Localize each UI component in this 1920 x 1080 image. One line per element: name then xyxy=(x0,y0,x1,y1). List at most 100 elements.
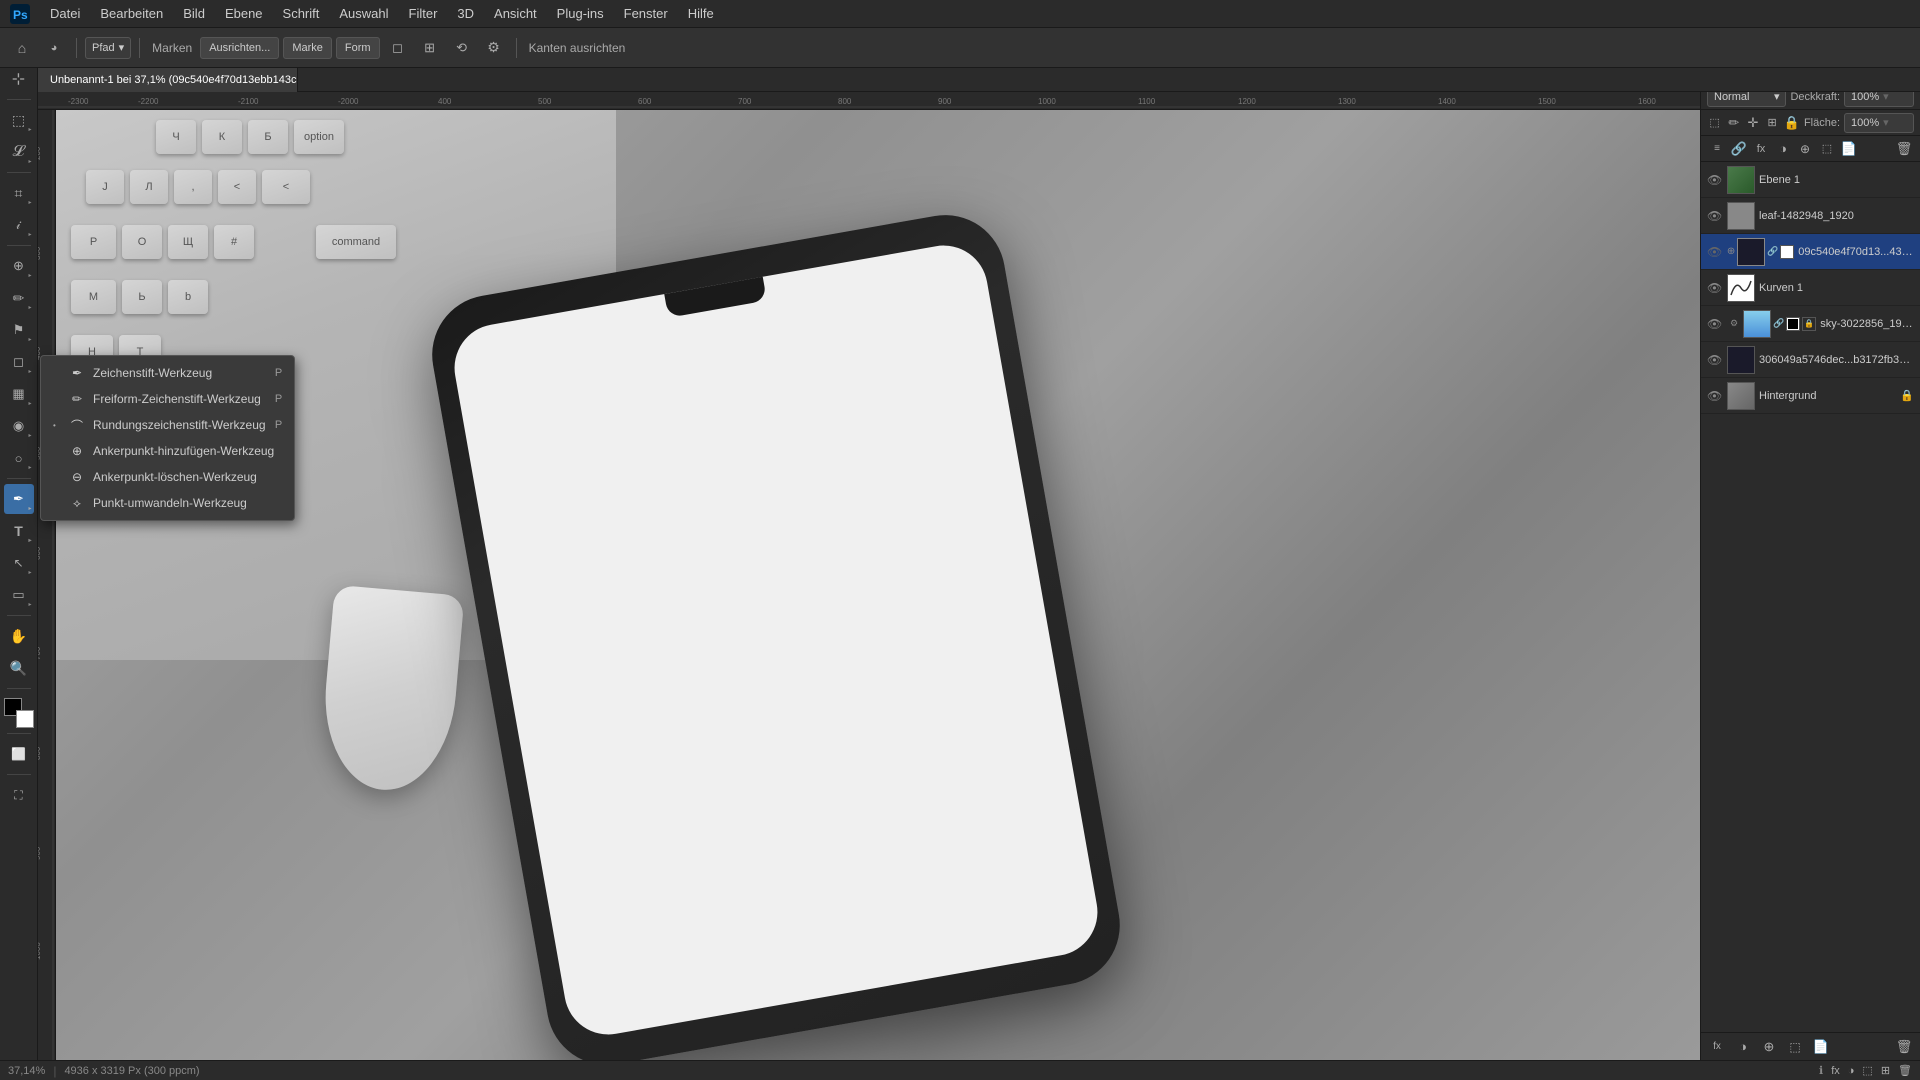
lock-all-icon[interactable]: 🔒 xyxy=(1784,113,1800,133)
layer-thumb-leaf xyxy=(1727,202,1755,230)
align-icon[interactable]: ⊞ xyxy=(416,34,444,62)
key-cyrillic4: Б xyxy=(248,120,288,154)
settings-icon[interactable]: ⚙ xyxy=(480,34,508,62)
layer-kurven1[interactable]: 👁 Kurven 1 xyxy=(1701,270,1920,306)
layer-visibility-hintergrund[interactable]: 👁 xyxy=(1707,389,1723,403)
layer-hintergrund[interactable]: 👁 Hintergrund 🔒 xyxy=(1701,378,1920,414)
menu-fenster[interactable]: Fenster xyxy=(614,0,678,28)
svg-text:1600: 1600 xyxy=(1638,97,1656,106)
layer-group-btn[interactable]: ⬚ xyxy=(1785,1037,1805,1057)
lock-artboard-icon[interactable]: ⊞ xyxy=(1765,113,1780,133)
lock-transparency-icon[interactable]: ⬚ xyxy=(1707,113,1722,133)
menu-filter[interactable]: Filter xyxy=(399,0,448,28)
layer-09c540[interactable]: 👁 ⊕ 🔗 09c540e4f70d13...43ce46bd18f3f2 xyxy=(1701,234,1920,270)
ctx-delete-anchor[interactable]: ⊖ Ankerpunkt-löschen-Werkzeug xyxy=(41,464,294,490)
layer-trash-btn[interactable]: 🗑 xyxy=(1894,1037,1914,1057)
add-mask-btn[interactable]: ◑ xyxy=(1773,139,1793,159)
quick-mask-tool[interactable]: ⬜ xyxy=(4,739,34,769)
status-mask-btn[interactable]: ◑ xyxy=(1848,1065,1855,1077)
ctx-freeform-pen[interactable]: ✏ Freiform-Zeichenstift-Werkzeug P xyxy=(41,386,294,412)
layers-toolbar: ≡ 🔗 fx ◑ ⊕ ⬚ 📄 🗑 xyxy=(1701,136,1920,162)
eyedropper-tool[interactable]: 𝒾▸ xyxy=(4,210,34,240)
layer-add-mask-btn[interactable]: ◑ xyxy=(1733,1037,1753,1057)
active-tab[interactable]: Unbenannt-1 bei 37,1% (09c540e4f70d13ebb… xyxy=(38,68,298,92)
form-btn[interactable]: Form xyxy=(336,37,380,59)
brush-tool[interactable]: ✏▸ xyxy=(4,283,34,313)
color-picker[interactable] xyxy=(4,698,34,728)
delete-layer-btn[interactable]: 🗑 xyxy=(1894,139,1914,159)
options-toolbar: ⌂ ◕ Pfad ▾ Marken Ausrichten... Marke Fo… xyxy=(0,28,1920,68)
menu-schrift[interactable]: Schrift xyxy=(273,0,330,28)
ausrichten-btn[interactable]: Ausrichten... xyxy=(200,37,279,59)
artboard-tool[interactable]: ⊹ xyxy=(4,64,34,94)
stamp-tool[interactable]: ⚑▸ xyxy=(4,315,34,345)
status-pixel-btn[interactable]: ⬚ xyxy=(1862,1064,1872,1077)
shape-tool[interactable]: ▭▸ xyxy=(4,580,34,610)
group-layers-btn[interactable]: ⬚ xyxy=(1817,139,1837,159)
pen-tool[interactable]: ✒▸ xyxy=(4,484,34,514)
ctx-curvature-pen[interactable]: • ⌒ Rundungszeichenstift-Werkzeug P xyxy=(41,412,294,438)
menu-plugins[interactable]: Plug-ins xyxy=(547,0,614,28)
ctx-pen-tool[interactable]: ✒ Zeichenstift-Werkzeug P xyxy=(41,360,294,386)
eraser-tool[interactable]: ◻▸ xyxy=(4,347,34,377)
new-layer-btn[interactable]: 📄 xyxy=(1839,139,1859,159)
layer-new-btn[interactable]: 📄 xyxy=(1811,1037,1831,1057)
status-fx-btn[interactable]: fx xyxy=(1831,1065,1840,1077)
marke-btn[interactable]: Marke xyxy=(283,37,332,59)
layer-style-btn[interactable]: fx xyxy=(1751,139,1771,159)
layer-visibility-ebene1[interactable]: 👁 xyxy=(1707,173,1723,187)
crop-tool[interactable]: ⌗▸ xyxy=(4,178,34,208)
layer-306049[interactable]: 👁 306049a5746dec...b3172fb3a6c08 xyxy=(1701,342,1920,378)
layer-visibility-kurven1[interactable]: 👁 xyxy=(1707,281,1723,295)
svg-text:500: 500 xyxy=(538,97,552,106)
layer-ebene1[interactable]: 👁 Ebene 1 xyxy=(1701,162,1920,198)
menu-datei[interactable]: Datei xyxy=(40,0,90,28)
layer-fx-btn[interactable]: fx xyxy=(1707,1037,1727,1057)
lock-position-icon[interactable]: ✛ xyxy=(1745,113,1760,133)
menu-auswahl[interactable]: Auswahl xyxy=(329,0,398,28)
layer-visibility-09c540[interactable]: 👁 xyxy=(1707,245,1723,259)
tools-icon[interactable]: ◕ xyxy=(40,34,68,62)
transform-icon[interactable]: ⟲ xyxy=(448,34,476,62)
layer-sky[interactable]: 👁 ⚙ 🔗 🔒 sky-3022856_1920... xyxy=(1701,306,1920,342)
kanten-label: Kanten ausrichten xyxy=(525,41,630,55)
layer-visibility-306049[interactable]: 👁 xyxy=(1707,353,1723,367)
healing-tool[interactable]: ⊕▸ xyxy=(4,251,34,281)
layer-leaf[interactable]: 👁 leaf-1482948_1920 xyxy=(1701,198,1920,234)
link-layers-btn[interactable]: 🔗 xyxy=(1729,139,1749,159)
path-dropdown[interactable]: Pfad ▾ xyxy=(85,37,131,59)
gradient-tool[interactable]: ▦▸ xyxy=(4,379,34,409)
home-icon[interactable]: ⌂ xyxy=(8,34,36,62)
tools-sep2 xyxy=(7,172,31,173)
background-color[interactable] xyxy=(16,710,34,728)
add-adjustment-btn[interactable]: ⊕ xyxy=(1795,139,1815,159)
ctx-add-anchor[interactable]: ⊕ Ankerpunkt-hinzufügen-Werkzeug xyxy=(41,438,294,464)
text-tool[interactable]: T▸ xyxy=(4,516,34,546)
layer-visibility-leaf[interactable]: 👁 xyxy=(1707,209,1723,223)
path-selection-tool[interactable]: ↖▸ xyxy=(4,548,34,578)
blur-tool[interactable]: ◉▸ xyxy=(4,411,34,441)
layer-add-adjustment-btn[interactable]: ⊕ xyxy=(1759,1037,1779,1057)
menu-bild[interactable]: Bild xyxy=(173,0,215,28)
dodge-tool[interactable]: ○▸ xyxy=(4,443,34,473)
menu-hilfe[interactable]: Hilfe xyxy=(678,0,724,28)
status-trash-btn[interactable]: 🗑 xyxy=(1898,1064,1912,1077)
sep2 xyxy=(139,38,140,58)
hand-tool[interactable]: ✋ xyxy=(4,621,34,651)
menu-ansicht[interactable]: Ansicht xyxy=(484,0,547,28)
lock-pixels-icon[interactable]: ✏ xyxy=(1726,113,1741,133)
layer-visibility-sky[interactable]: 👁 xyxy=(1707,317,1723,331)
menu-ebene[interactable]: Ebene xyxy=(215,0,273,28)
lasso-tool[interactable]: 𝓛▸ xyxy=(4,137,34,167)
screen-mode-tool[interactable]: ⛶ xyxy=(4,780,34,810)
zoom-tool[interactable]: 🔍 xyxy=(4,653,34,683)
canvas-area[interactable]: J Л , < < Ч К Б option Р O Щ # command M… xyxy=(56,110,1700,1060)
ctx-convert-point[interactable]: ⟡ Punkt-umwandeln-Werkzeug xyxy=(41,490,294,516)
layers-filter-btn[interactable]: ≡ xyxy=(1707,139,1727,159)
fill-value[interactable]: 100% ▾ xyxy=(1844,113,1914,133)
menu-3d[interactable]: 3D xyxy=(447,0,484,28)
selection-tool[interactable]: ⬚▸ xyxy=(4,105,34,135)
select-icon[interactable]: ◻ xyxy=(384,34,412,62)
status-layer-btn[interactable]: ⊞ xyxy=(1881,1064,1890,1077)
menu-bearbeiten[interactable]: Bearbeiten xyxy=(90,0,173,28)
